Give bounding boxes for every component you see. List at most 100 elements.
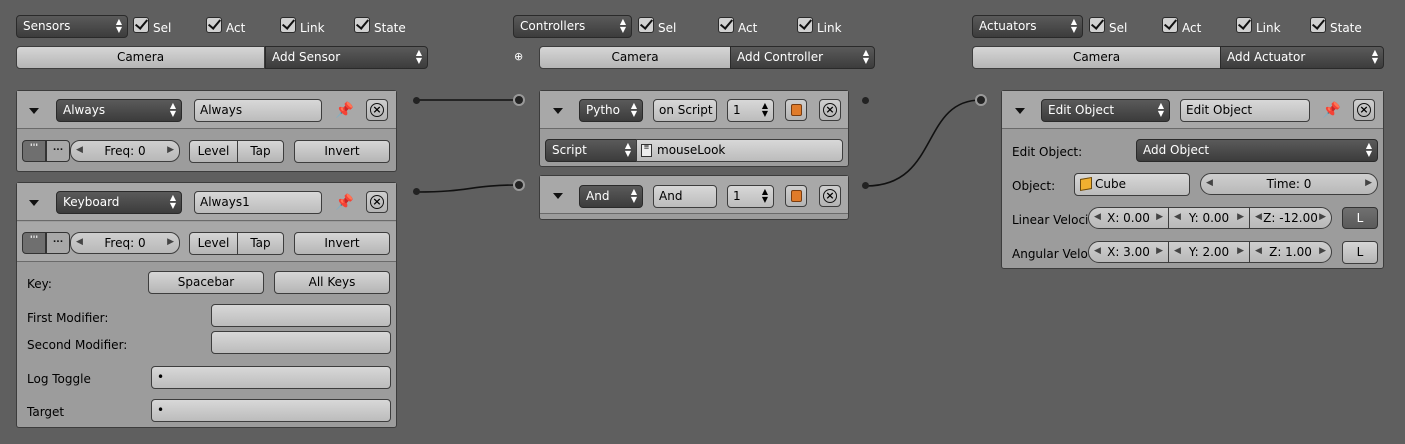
actuators-menu-label: Actuators (979, 19, 1037, 33)
actuators-object-label: Camera (1072, 50, 1121, 64)
edit-object-label: Edit Object: (1012, 145, 1083, 159)
updown-arrow-icon: ▲ ▼ (630, 101, 637, 118)
actuator-input-socket[interactable] (975, 94, 987, 106)
state-plus-icon[interactable]: ⊕ (514, 50, 523, 63)
right-arrow-icon: ▶ (1156, 212, 1163, 222)
actuators-link-checkbox[interactable] (1236, 17, 1252, 33)
collapse-triangle-icon[interactable] (553, 193, 563, 199)
time-field[interactable]: ◀ Time: 0 ▶ (1200, 173, 1378, 195)
updown-arrow-icon: ▲ ▼ (1371, 48, 1378, 65)
updown-arrow-icon: ▲ ▼ (619, 17, 626, 34)
linear-velocity-z[interactable]: ◀ Z: -12.00 ▶ (1249, 207, 1332, 229)
controllers-object-button[interactable]: Camera (539, 46, 731, 69)
linear-velocity-x[interactable]: ◀ X: 0.00 ▶ (1088, 207, 1169, 229)
controller-type-dropdown[interactable]: Pytho ▲ ▼ (579, 99, 643, 122)
controllers-menu[interactable]: Controllers ▲ ▼ (513, 15, 632, 38)
python-mode-label: Script (552, 143, 587, 157)
script-field[interactable]: ≡ mouseLook (636, 139, 843, 162)
controllers-act-label: Act (738, 21, 758, 35)
bookmark-icon[interactable] (785, 99, 807, 121)
left-arrow-icon: ◀ (1094, 246, 1101, 256)
linear-velocity-y[interactable]: ◀ Y: 0.00 ▶ (1168, 207, 1250, 229)
angular-velocity-x[interactable]: ◀ X: 3.00 ▶ (1088, 241, 1169, 263)
controllers-sel-label: Sel (658, 21, 677, 35)
right-arrow-icon: ▶ (1319, 246, 1326, 256)
sensor-output-socket[interactable] (413, 97, 420, 104)
actuators-state-checkbox[interactable] (1310, 17, 1326, 33)
linear-local-label: L (1356, 211, 1364, 225)
angular-local-toggle[interactable]: L (1342, 241, 1378, 264)
controller-type-dropdown[interactable]: And ▲ ▼ (579, 185, 643, 208)
left-arrow-icon: ◀ (1255, 246, 1262, 256)
controllers-sel-checkbox[interactable] (638, 17, 654, 33)
right-arrow-icon: ▶ (1237, 212, 1244, 222)
controllers-menu-label: Controllers (520, 19, 586, 33)
controllers-act-checkbox[interactable] (718, 17, 734, 33)
actuators-act-checkbox[interactable] (1162, 17, 1178, 33)
angular-y-value: Y: 2.00 (1188, 245, 1230, 259)
script-value: mouseLook (657, 143, 726, 157)
time-value: Time: 0 (1266, 177, 1312, 191)
controller-output-socket[interactable] (862, 182, 869, 189)
controller-name-field[interactable]: And (653, 185, 717, 208)
controllers-object-label: Camera (611, 50, 659, 64)
sensor-output-socket[interactable] (413, 188, 420, 195)
controller-input-socket[interactable] (513, 179, 525, 191)
actuator-type-label: Edit Object (1048, 103, 1115, 117)
linear-z-value: Z: -12.00 (1263, 211, 1318, 225)
actuators-state-label: State (1330, 21, 1362, 35)
updown-arrow-icon: ▲ ▼ (1070, 17, 1077, 34)
actuators-sel-checkbox[interactable] (1089, 17, 1105, 33)
pin-icon[interactable]: 📌 (1322, 101, 1341, 119)
updown-arrow-icon: ▲ ▼ (761, 101, 768, 118)
close-icon: × (823, 103, 837, 117)
text-document-icon: ≡ (641, 144, 652, 157)
edit-object-mode-dropdown[interactable]: Add Object ▲ ▼ (1136, 139, 1378, 162)
controller-output-socket[interactable] (862, 97, 869, 104)
controller-input-socket[interactable] (513, 94, 525, 106)
controller-name-value: on Script (659, 103, 713, 117)
updown-arrow-icon: ▲ ▼ (862, 48, 869, 65)
object-field[interactable]: Cube (1074, 173, 1190, 196)
object-value: Cube (1095, 177, 1126, 191)
linear-local-toggle[interactable]: L (1342, 207, 1378, 229)
controller-state-value: 1 (733, 103, 741, 117)
actuator-type-dropdown[interactable]: Edit Object ▲ ▼ (1041, 99, 1170, 122)
actuators-sel-label: Sel (1109, 21, 1128, 35)
controller-name-field[interactable]: on Script (653, 99, 717, 122)
collapse-triangle-icon[interactable] (1015, 108, 1025, 114)
controller-type-label: And (586, 189, 610, 203)
python-mode-dropdown[interactable]: Script ▲ ▼ (545, 139, 637, 162)
actuators-act-label: Act (1182, 21, 1202, 35)
add-actuator-menu[interactable]: Add Actuator ▲ ▼ (1220, 46, 1384, 69)
controller-state-field[interactable]: 1 ▲ ▼ (727, 99, 774, 122)
actuators-link-label: Link (1256, 21, 1281, 35)
collapse-triangle-icon[interactable] (553, 108, 563, 114)
actuators-object-button[interactable]: Camera (972, 46, 1221, 69)
left-arrow-icon: ◀ (1174, 212, 1181, 222)
updown-arrow-icon: ▲ ▼ (1365, 141, 1372, 158)
linear-velocity-label: Linear Velocit (1012, 213, 1094, 227)
angular-z-value: Z: 1.00 (1269, 245, 1312, 259)
remove-controller-button[interactable]: × (819, 185, 841, 207)
angular-velocity-y[interactable]: ◀ Y: 2.00 ▶ (1168, 241, 1250, 263)
add-controller-label: Add Controller (737, 50, 824, 64)
close-icon: × (1357, 103, 1371, 117)
add-controller-menu[interactable]: Add Controller ▲ ▼ (730, 46, 875, 69)
controller-type-label: Pytho (586, 103, 620, 117)
controllers-link-checkbox[interactable] (797, 17, 813, 33)
cube-icon (1080, 176, 1092, 192)
left-arrow-icon: ◀ (1174, 246, 1181, 256)
remove-actuator-button[interactable]: × (1353, 99, 1375, 121)
updown-arrow-icon: ▲ ▼ (1157, 101, 1164, 118)
actuator-name-field[interactable]: Edit Object (1180, 99, 1310, 122)
actuators-menu[interactable]: Actuators ▲ ▼ (972, 15, 1083, 38)
controller-state-value: 1 (733, 189, 741, 203)
angular-velocity-z[interactable]: ◀ Z: 1.00 ▶ (1249, 241, 1332, 263)
remove-controller-button[interactable]: × (819, 99, 841, 121)
controller-name-value: And (659, 189, 683, 203)
bookmark-icon[interactable] (785, 185, 807, 207)
linear-x-value: X: 0.00 (1107, 211, 1150, 225)
controller-state-field[interactable]: 1 ▲ ▼ (727, 185, 774, 208)
angular-velocity-label: Angular Veloc (1012, 247, 1095, 261)
